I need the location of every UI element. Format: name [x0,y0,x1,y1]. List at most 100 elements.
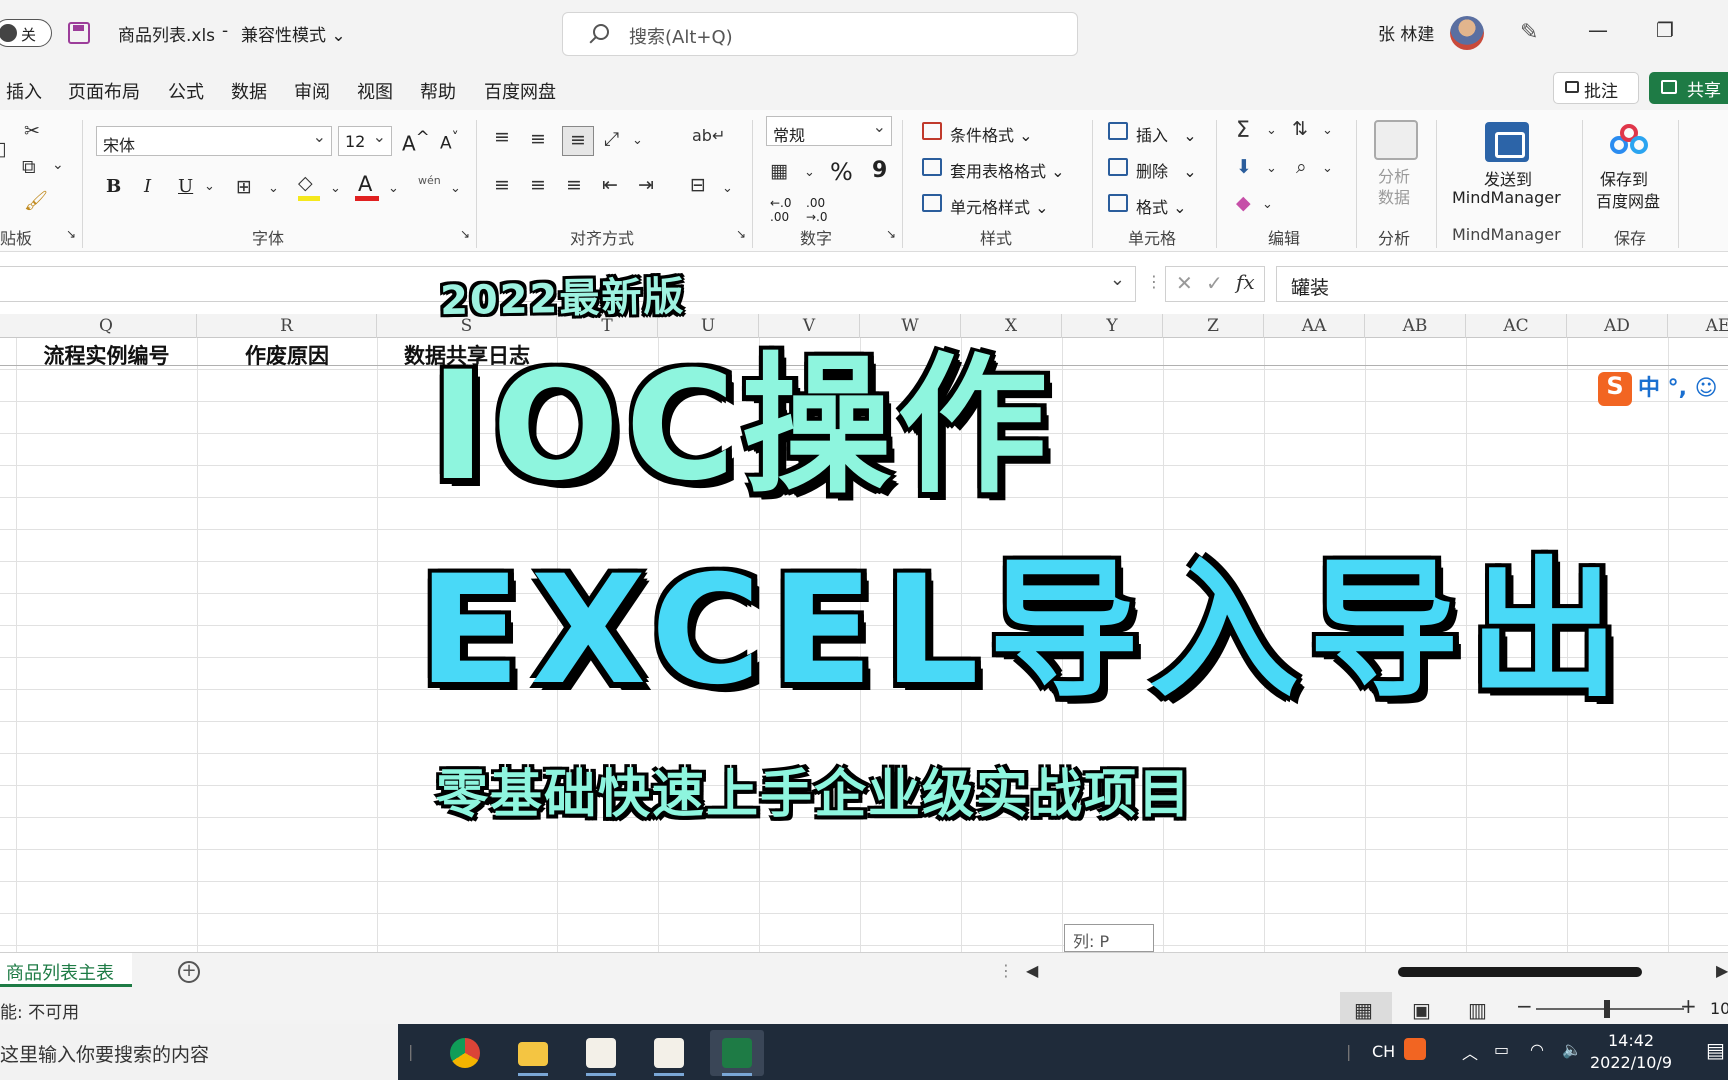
phonetic-icon[interactable]: wén [418,174,441,187]
chevron-down-icon[interactable]: ⌄ [52,158,64,172]
column-header[interactable]: V [759,314,860,338]
autosum-icon[interactable]: Σ [1236,120,1250,142]
underline-icon[interactable]: U [178,176,193,197]
increase-decimal-icon[interactable]: ←.0.00 [770,196,792,224]
percent-icon[interactable]: % [830,158,853,186]
sheet-tab-main[interactable]: 商品列表主表 [0,953,132,987]
avatar[interactable] [1450,16,1484,50]
accounting-format-icon[interactable]: ▦ [770,162,788,181]
borders-icon[interactable]: ⊞ [236,178,252,197]
user-name[interactable]: 张 林建 [1378,20,1434,45]
restore-icon[interactable]: ❐ [1656,18,1674,42]
font-size-select[interactable]: 12 [338,126,392,156]
search-box[interactable]: 搜索(Alt+Q) [562,12,1078,56]
input-language[interactable]: CH [1372,1042,1395,1061]
excel-app[interactable] [710,1030,764,1076]
format-painter-icon[interactable]: 🖌 [24,192,48,211]
chevron-down-icon[interactable]: ⌄ [1322,124,1333,137]
ime-toolbar[interactable]: S中 °, ☺ [1598,370,1718,406]
align-bottom-icon[interactable]: ≡ [562,126,594,156]
column-header[interactable]: Z [1163,314,1264,338]
minimize-icon[interactable]: — [1588,18,1608,42]
normal-view-button[interactable]: ▦ [1340,992,1392,1024]
font-color-icon[interactable]: A [358,172,372,196]
align-center-icon[interactable]: ≡ [530,176,546,195]
show-hidden-icons-icon[interactable]: ︿ [1462,1040,1478,1064]
column-header[interactable]: Y [1062,314,1163,338]
column-header[interactable]: AD [1567,314,1668,338]
fill-color-icon[interactable]: ◇ [298,174,313,193]
insert-cells-button[interactable]: 插入 ⌄ [1136,122,1197,146]
dialog-launcher-icon[interactable]: ↘ [886,228,896,240]
orientation-icon[interactable]: ⤢ [604,130,619,149]
decrease-indent-icon[interactable]: ⇤ [602,176,618,195]
taskbar-search[interactable]: 这里输入你要搜索的内容 [0,1024,398,1080]
format-as-table-button[interactable]: 套用表格格式 ⌄ [950,158,1065,182]
bold-icon[interactable]: B [106,176,121,197]
sogou-tray-icon[interactable] [1404,1038,1426,1060]
sort-filter-icon[interactable]: ⇅ [1292,120,1308,139]
scroll-right-icon[interactable]: ▶ [1716,961,1728,980]
tab-view[interactable]: 视图 [357,78,393,104]
header-cell-process-id[interactable]: 流程实例编号 [16,340,197,370]
column-header[interactable]: AE [1668,314,1728,338]
cell-styles-button[interactable]: 单元格样式 ⌄ [950,194,1049,218]
decrease-decimal-icon[interactable]: .00 →.0 [806,196,828,224]
column-header[interactable]: X [961,314,1062,338]
save-icon[interactable] [68,22,90,44]
column-header[interactable]: AA [1264,314,1365,338]
increase-indent-icon[interactable]: ⇥ [638,176,654,195]
mindmanager-icon[interactable] [1485,122,1529,162]
column-header[interactable]: AB [1365,314,1466,338]
paste-icon[interactable]: ▯ [0,140,6,159]
share-button[interactable]: 共享 [1649,72,1728,104]
delete-cells-button[interactable]: 删除 ⌄ [1136,158,1197,182]
chevron-down-icon[interactable]: ⌄ [1262,198,1273,211]
chevron-down-icon[interactable]: ⌄ [1322,162,1333,175]
zoom-level[interactable]: 10 [1710,999,1728,1018]
java-app-1[interactable] [574,1030,628,1076]
notification-icon[interactable]: ▤ [1706,1038,1725,1062]
conditional-format-button[interactable]: 条件格式 ⌄ [950,122,1033,146]
chevron-down-icon[interactable]: ⌄ [722,182,733,195]
pen-icon[interactable]: ✎ [1520,20,1538,45]
align-middle-icon[interactable]: ≡ [530,130,546,149]
dialog-launcher-icon[interactable]: ↘ [66,228,76,240]
tab-formulas[interactable]: 公式 [168,78,204,104]
taskbar-clock[interactable]: 14:42 2022/10/9 [1590,1030,1672,1074]
copy-icon[interactable]: ⧉ [22,158,36,177]
fill-icon[interactable]: ⬇ [1236,158,1252,177]
column-header[interactable]: Q [16,314,197,338]
merge-center-icon[interactable]: ⊟ [690,176,706,195]
tab-insert[interactable]: 插入 [6,78,42,104]
chevron-down-icon[interactable]: ⌄ [450,182,461,195]
zoom-out-icon[interactable]: − [1516,994,1533,1018]
align-right-icon[interactable]: ≡ [566,176,582,195]
zoom-slider-thumb[interactable] [1604,1000,1610,1018]
chevron-down-icon[interactable]: ⌄ [1266,162,1277,175]
accessibility-status[interactable]: 能: 不可用 [0,998,79,1023]
tab-page-layout[interactable]: 页面布局 [68,78,140,104]
file-explorer-app[interactable] [506,1030,560,1076]
format-cells-button[interactable]: 格式 ⌄ [1136,194,1187,218]
zoom-slider[interactable] [1536,1000,1684,1018]
wifi-icon[interactable]: ◠ [1530,1040,1544,1059]
wrap-text-icon[interactable]: ab↵ [692,128,725,144]
compat-mode-menu[interactable]: 兼容性模式 ⌄ [241,21,346,46]
baidu-cloud-icon[interactable] [1610,124,1650,158]
battery-icon[interactable]: ▭ [1494,1040,1509,1059]
chevron-down-icon[interactable]: ⌄ [804,166,815,179]
decrease-font-icon[interactable]: A˅ [440,130,459,154]
chevron-down-icon[interactable]: ⌄ [330,182,341,195]
dialog-launcher-icon[interactable]: ↘ [460,228,470,240]
formula-input[interactable]: 罐装 [1276,266,1728,302]
column-header[interactable]: R [197,314,377,338]
add-sheet-icon[interactable]: + [178,961,200,983]
tab-baidu-pan[interactable]: 百度网盘 [484,78,556,104]
zoom-in-icon[interactable]: + [1680,994,1697,1018]
cut-icon[interactable]: ✂ [24,122,40,141]
comma-style-icon[interactable]: 9 [872,158,887,183]
tab-data[interactable]: 数据 [231,78,267,104]
align-left-icon[interactable]: ≡ [494,176,510,195]
tab-review[interactable]: 审阅 [294,78,330,104]
